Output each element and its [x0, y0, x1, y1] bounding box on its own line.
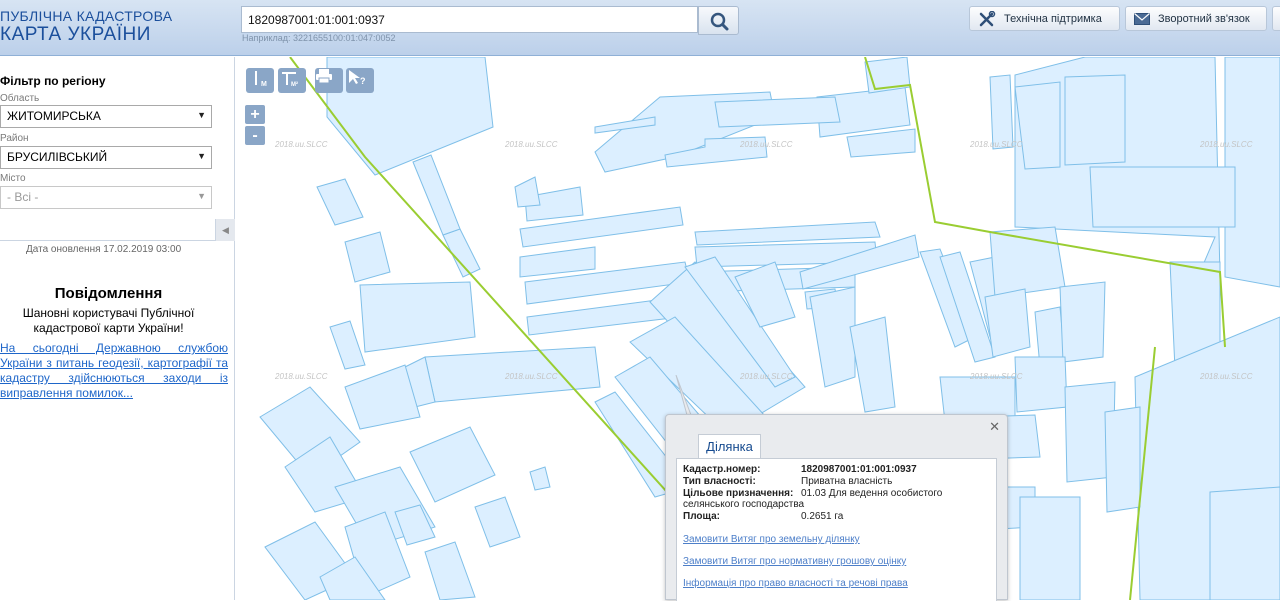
- ruler-icon: M: [255, 71, 267, 88]
- svg-text:2018.uu.SLCC: 2018.uu.SLCC: [504, 140, 558, 149]
- svg-text:M: M: [261, 81, 267, 88]
- region-filter-title: Фільтр по регіону: [0, 74, 106, 88]
- region-label: Область: [0, 93, 40, 104]
- cadastral-search-input[interactable]: [241, 6, 698, 33]
- dropdown-arrow-icon: ▼: [197, 110, 206, 120]
- notice-text: Шановні користувачі Публічної кадастрово…: [22, 306, 195, 335]
- identify-button[interactable]: ?: [346, 68, 374, 93]
- search-icon: [710, 12, 729, 31]
- district-select[interactable]: БРУСИЛІВСЬКИЙ ▼: [0, 146, 212, 169]
- city-select[interactable]: - Всі - ▼: [0, 186, 212, 209]
- dropdown-arrow-icon: ▼: [197, 151, 206, 161]
- svg-text:M²: M²: [291, 81, 298, 88]
- search-button[interactable]: [698, 6, 739, 35]
- tech-support-label: Технічна підтримка: [1004, 12, 1102, 25]
- svg-text:2018.uu.SLCC: 2018.uu.SLCC: [739, 140, 793, 149]
- close-icon[interactable]: ✕: [989, 419, 1000, 435]
- feedback-label: Зворотний зв'язок: [1158, 12, 1250, 25]
- zoom-out-button[interactable]: -: [245, 126, 265, 145]
- parcel-info-popup: ✕ Ділянка Кадастр.номер: 1820987001:01:0…: [665, 414, 1008, 601]
- purpose-value-continued: селянського господарства: [683, 499, 805, 510]
- area-key: Площа:: [683, 511, 720, 522]
- purpose-key: Цільове призначення:: [683, 488, 794, 499]
- tab-parcel[interactable]: Ділянка: [698, 434, 761, 458]
- sidebar-collapse-bar: ◀: [0, 219, 235, 241]
- notice-link[interactable]: На сьогодні Державною службою України з …: [0, 341, 228, 401]
- popup-pointer: [675, 375, 692, 415]
- ownership-info-link[interactable]: Інформація про право власності та речові…: [683, 578, 908, 589]
- update-date: Дата оновлення 17.02.2019 03:00: [26, 244, 182, 255]
- ownership-type-value: Приватна власність: [801, 476, 893, 487]
- left-sidebar: Фільтр по регіону Область ЖИТОМИРСЬКА ▼ …: [0, 57, 235, 600]
- collapse-sidebar-button[interactable]: ◀: [215, 219, 235, 241]
- cadastral-number-value: 1820987001:01:001:0937: [801, 464, 917, 475]
- site-logo[interactable]: ПУБЛІЧНА КАДАСТРОВА КАРТА УКРАЇНИ: [0, 8, 172, 45]
- svg-text:2018.uu.SLCC: 2018.uu.SLCC: [969, 140, 1023, 149]
- svg-text:?: ?: [360, 76, 366, 86]
- city-label: Місто: [0, 173, 26, 184]
- district-label: Район: [0, 133, 29, 144]
- svg-text:2018.uu.SLCC: 2018.uu.SLCC: [1199, 140, 1253, 149]
- notice-title: Повідомлення: [54, 285, 163, 302]
- measure-area-button[interactable]: M²: [278, 68, 306, 93]
- cadastral-number-key: Кадастр.номер:: [683, 464, 761, 475]
- tools-icon: [979, 10, 996, 26]
- parcel-details: Кадастр.номер: 1820987001:01:001:0937 Ти…: [676, 458, 997, 601]
- ownership-type-key: Тип власності:: [683, 476, 756, 487]
- measure-distance-button[interactable]: M: [246, 68, 274, 93]
- print-button[interactable]: [315, 68, 343, 93]
- search-hint: Наприклад: 3221655100:01:047:0052: [242, 33, 396, 43]
- district-select-value: БРУСИЛІВСЬКИЙ: [7, 150, 108, 164]
- svg-text:2018.uu.SLCC: 2018.uu.SLCC: [274, 140, 328, 149]
- region-select[interactable]: ЖИТОМИРСЬКА ▼: [0, 105, 212, 128]
- printer-icon: [316, 69, 332, 84]
- svg-text:2018.uu.SLCC: 2018.uu.SLCC: [739, 372, 793, 381]
- tech-support-button[interactable]: Технічна підтримка: [969, 6, 1120, 31]
- purpose-value: 01.03 Для ведення особистого: [801, 488, 943, 499]
- svg-text:2018.uu.SLCC: 2018.uu.SLCC: [274, 372, 328, 381]
- svg-text:2018.uu.SLCC: 2018.uu.SLCC: [969, 372, 1023, 381]
- area-ruler-icon: M²: [282, 72, 298, 88]
- dropdown-arrow-icon: ▼: [197, 191, 206, 201]
- extra-header-button[interactable]: [1272, 6, 1280, 31]
- order-valuation-extract-link[interactable]: Замовити Витяг про нормативну грошову оц…: [683, 556, 906, 567]
- svg-text:2018.uu.SLCC: 2018.uu.SLCC: [1199, 372, 1253, 381]
- pointer-question-icon: ?: [349, 70, 366, 86]
- order-parcel-extract-link[interactable]: Замовити Витяг про земельну ділянку: [683, 534, 860, 545]
- area-value: 0.2651 га: [801, 511, 844, 522]
- svg-text:2018.uu.SLCC: 2018.uu.SLCC: [504, 372, 558, 381]
- top-header: ПУБЛІЧНА КАДАСТРОВА КАРТА УКРАЇНИ Наприк…: [0, 0, 1280, 56]
- envelope-icon: [1134, 12, 1150, 25]
- zoom-in-button[interactable]: +: [245, 105, 265, 124]
- logo-line-2: КАРТА УКРАЇНИ: [0, 24, 151, 45]
- region-select-value: ЖИТОМИРСЬКА: [7, 109, 101, 123]
- logo-line-1: ПУБЛІЧНА КАДАСТРОВА: [0, 8, 173, 24]
- feedback-button[interactable]: Зворотний зв'язок: [1125, 6, 1267, 31]
- city-select-value: - Всі -: [7, 190, 39, 204]
